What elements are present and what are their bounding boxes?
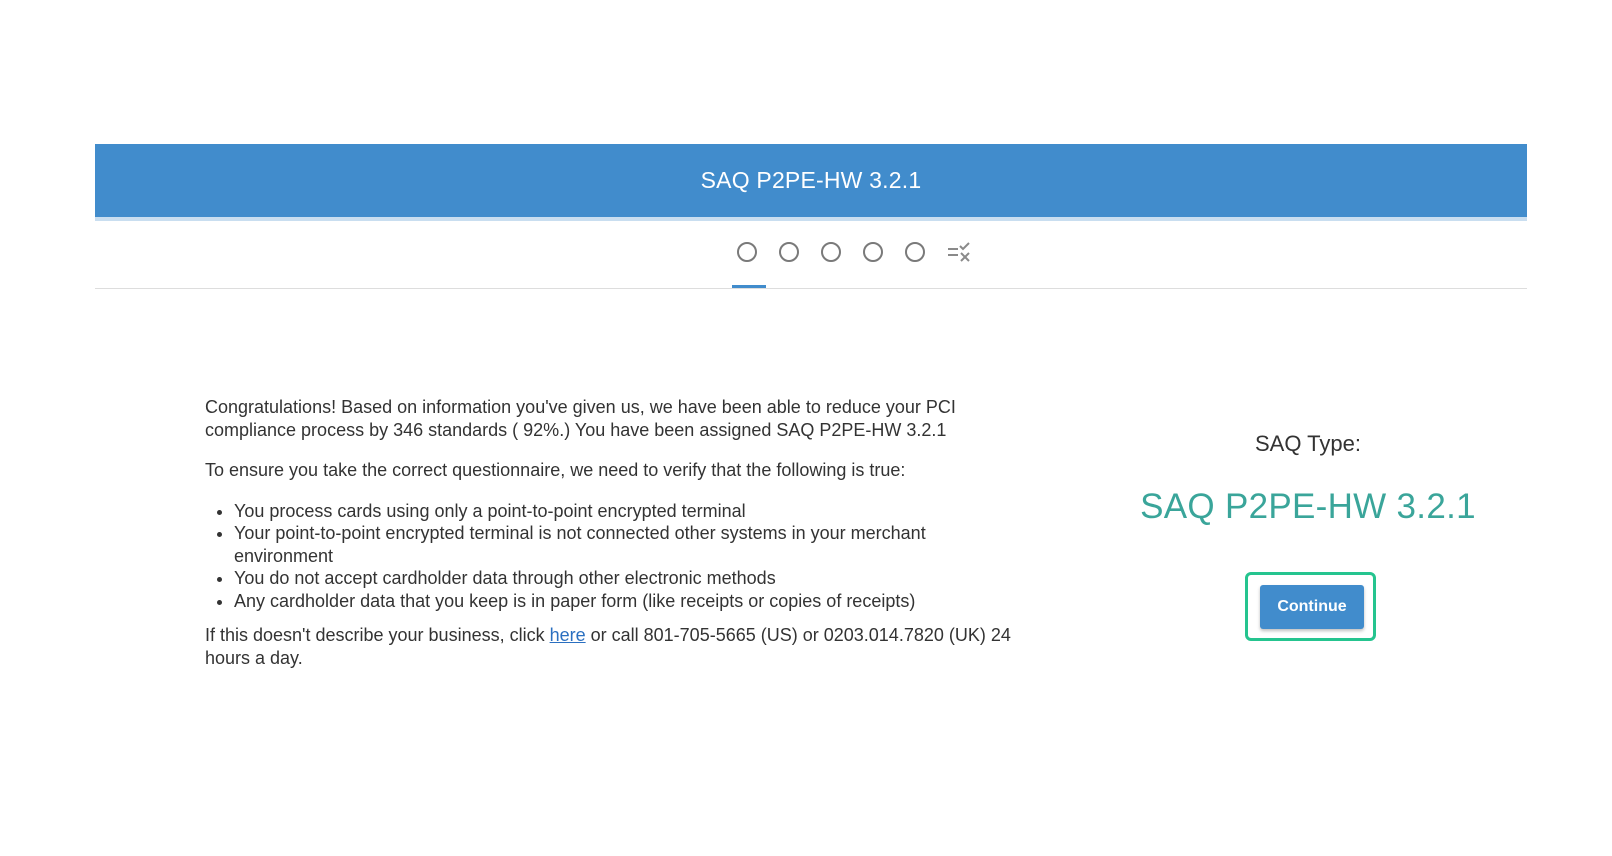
conditions-list: You process cards using only a point-to-… [205, 500, 1025, 613]
assignment-message: Congratulations! Based on information yo… [205, 396, 1025, 669]
saq-type-value: SAQ P2PE-HW 3.2.1 [1140, 487, 1476, 526]
page: SAQ P2PE-HW 3.2.1 Congratulations! Based… [0, 0, 1612, 856]
checklist-icon[interactable] [947, 241, 971, 263]
step-list [737, 241, 971, 263]
help-prefix: If this doesn't describe your business, … [205, 625, 550, 645]
saq-type-panel: SAQ Type: SAQ P2PE-HW 3.2.1 [1140, 425, 1476, 527]
continue-button[interactable]: Continue [1260, 585, 1364, 629]
help-text: If this doesn't describe your business, … [205, 624, 1025, 669]
page-title: SAQ P2PE-HW 3.2.1 [700, 167, 922, 193]
list-item: You do not accept cardholder data throug… [234, 567, 1025, 590]
header-bar: SAQ P2PE-HW 3.2.1 [95, 144, 1527, 221]
progress-stepper [95, 221, 1527, 289]
step-3-circle[interactable] [821, 242, 841, 262]
saq-type-label: SAQ Type: [1255, 431, 1361, 456]
list-item: You process cards using only a point-to-… [234, 500, 1025, 523]
list-item: Any cardholder data that you keep is in … [234, 590, 1025, 613]
active-step-indicator [732, 285, 766, 288]
step-4-circle[interactable] [863, 242, 883, 262]
verify-text: To ensure you take the correct questionn… [205, 460, 906, 480]
list-item: Your point-to-point encrypted terminal i… [234, 522, 1025, 567]
step-2-circle[interactable] [779, 242, 799, 262]
step-5-circle[interactable] [905, 242, 925, 262]
intro-text: Congratulations! Based on information yo… [205, 397, 956, 440]
help-link[interactable]: here [550, 625, 586, 645]
step-1-circle[interactable] [737, 242, 757, 262]
